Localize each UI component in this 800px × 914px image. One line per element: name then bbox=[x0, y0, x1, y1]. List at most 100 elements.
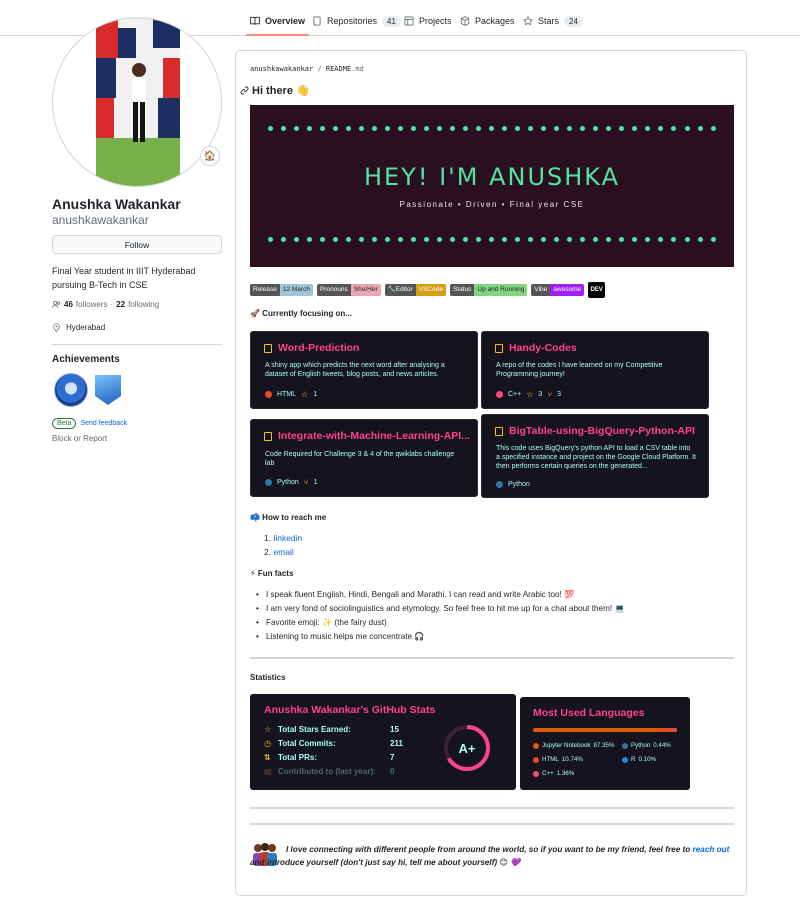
language-dot bbox=[496, 391, 503, 398]
card-description: This code uses BigQuery's python API to … bbox=[496, 445, 697, 470]
achievement-badge-arctic-code-vault[interactable] bbox=[95, 375, 121, 405]
languages-title: Most Used Languages bbox=[533, 707, 645, 719]
people-icon bbox=[52, 300, 61, 308]
repo-icon bbox=[264, 343, 272, 353]
section-divider bbox=[250, 807, 734, 809]
house-icon: 🏠 bbox=[203, 150, 217, 162]
avatar-photo bbox=[96, 18, 180, 186]
repositories-count: 41 bbox=[382, 15, 401, 27]
fun-facts-list: I speak fluent English, Hindi, Bengali a… bbox=[256, 588, 625, 644]
stat-row-commits: ◷ Total Commits: bbox=[264, 739, 336, 748]
banner-title: HEY! I'M ANUSHKA bbox=[363, 163, 621, 191]
banner-dots-bottom bbox=[268, 237, 716, 243]
readme-owner[interactable]: anushkawakankar bbox=[250, 65, 313, 73]
dev-badge[interactable]: DEV bbox=[588, 282, 606, 298]
block-or-report-link[interactable]: Block or Report bbox=[52, 434, 107, 443]
pinned-card-handy-codes[interactable]: Handy-Codes A repo of the codes I have l… bbox=[481, 331, 709, 409]
beta-label: Beta bbox=[52, 418, 77, 429]
card-footer: HTML ☆ 1 bbox=[265, 390, 317, 399]
link-icon[interactable] bbox=[240, 86, 249, 95]
facts-heading: ⚡ Fun facts bbox=[250, 569, 294, 578]
card-footer: Python bbox=[496, 481, 530, 488]
github-stats-card[interactable]: Anushka Wakankar's GitHub Stats ☆ Total S… bbox=[250, 694, 516, 790]
avatar[interactable] bbox=[52, 17, 222, 187]
language-pct: 10.74% bbox=[561, 756, 583, 763]
shield-release[interactable]: Release 12 March bbox=[250, 284, 313, 296]
stat-value-prs: 7 bbox=[390, 753, 395, 762]
stat-value-commits: 211 bbox=[390, 739, 403, 748]
tab-repositories[interactable]: Repositories 41 bbox=[312, 10, 401, 32]
repo-icon bbox=[313, 16, 321, 26]
star-icon: ☆ bbox=[264, 725, 272, 734]
language-name: HTML bbox=[542, 756, 559, 763]
language-bar-segment bbox=[533, 728, 659, 732]
card-description: Code Required for Challenge 3 & 4 of the… bbox=[265, 451, 455, 467]
card-title-text[interactable]: Integrate-with-Machine-Learning-API... bbox=[278, 430, 470, 442]
achievement-badge-pull-shark[interactable] bbox=[54, 373, 88, 407]
card-language: C++ bbox=[508, 391, 522, 398]
card-footer: C++ ☆ 3 ⑂ 3 bbox=[496, 390, 561, 399]
shield-pronouns[interactable]: Pronouns She/Her bbox=[316, 284, 381, 296]
pinned-card-word-prediction[interactable]: Word-Prediction A shiny app which predic… bbox=[250, 331, 478, 409]
tab-stars[interactable]: Stars 24 bbox=[523, 10, 583, 32]
shield-value: She/Her bbox=[350, 284, 381, 296]
card-title-text[interactable]: Word-Prediction bbox=[278, 342, 359, 354]
readme-file: README bbox=[325, 65, 352, 73]
card-title: BigTable-using-BigQuery-Python-API bbox=[495, 425, 695, 437]
stars-count: 24 bbox=[564, 15, 583, 27]
statistics-heading: Statistics bbox=[250, 673, 286, 682]
linkedin-link[interactable]: linkedin bbox=[273, 533, 302, 543]
card-footer: Python ⑂ 1 bbox=[265, 478, 318, 487]
language-pct: 1.36% bbox=[556, 770, 575, 777]
tab-projects[interactable]: Projects bbox=[404, 10, 452, 32]
stat-value-contributed: 0 bbox=[390, 767, 395, 776]
language-item: Python 0.44% bbox=[622, 742, 671, 749]
card-language: HTML bbox=[277, 391, 297, 398]
follow-button[interactable]: Follow bbox=[52, 235, 222, 254]
card-title-text[interactable]: BigTable-using-BigQuery-Python-API bbox=[509, 425, 695, 437]
follow-stats: 46 followers · 22 following bbox=[52, 300, 159, 309]
pinned-card-integrate-ml-api[interactable]: Integrate-with-Machine-Learning-API... C… bbox=[250, 419, 478, 497]
email-link[interactable]: email bbox=[273, 547, 293, 557]
tab-overview[interactable]: Overview bbox=[245, 10, 310, 36]
star-icon bbox=[523, 16, 533, 26]
following-label[interactable]: following bbox=[128, 300, 159, 309]
achievements-title: Achievements bbox=[52, 354, 120, 365]
shield-label: Vibe bbox=[531, 284, 551, 296]
fact-item: Favorite emoji: ✨ (the fairy dust) bbox=[256, 616, 625, 630]
shield-vibe[interactable]: Vibe awesome bbox=[531, 284, 585, 296]
card-title-text[interactable]: Handy-Codes bbox=[509, 342, 577, 354]
shield-editor[interactable]: 🔧Editor VSCode bbox=[384, 284, 446, 296]
language-bar-segment bbox=[659, 728, 675, 732]
repo-icon bbox=[495, 343, 503, 353]
followers-count[interactable]: 46 bbox=[64, 300, 73, 309]
language-item: Jupyter Notebook 87.35% bbox=[533, 742, 615, 749]
stat-label: Contributed to (last year): bbox=[278, 767, 376, 776]
language-item: R 0.10% bbox=[622, 756, 656, 763]
readme-path: anushkawakankar / README.md bbox=[250, 65, 364, 73]
status-emoji[interactable]: 🏠 bbox=[200, 146, 220, 166]
stat-row-stars: ☆ Total Stars Earned: bbox=[264, 725, 351, 734]
reach-out-link[interactable]: reach out bbox=[693, 845, 730, 854]
reach-item-2: 2. email bbox=[264, 547, 294, 557]
shield-status[interactable]: Status Up and Running bbox=[449, 284, 528, 296]
language-name: Python bbox=[631, 742, 651, 749]
stat-row-contributed: ▤ Contributed to (last year): bbox=[264, 767, 376, 776]
language-dot bbox=[265, 479, 272, 486]
greeting-heading: Hi there 👋 bbox=[240, 84, 310, 97]
top-languages-card[interactable]: Most Used Languages Jupyter Notebook 87.3… bbox=[520, 697, 690, 790]
followers-label[interactable]: followers bbox=[76, 300, 108, 309]
section-divider bbox=[250, 823, 734, 825]
language-name: Jupyter Notebook bbox=[542, 742, 591, 749]
tab-projects-label: Projects bbox=[419, 16, 452, 26]
send-feedback-link[interactable]: Send feedback bbox=[80, 420, 127, 427]
language-pct: 0.10% bbox=[638, 756, 657, 763]
achievements-beta-row: Beta Send feedback bbox=[52, 418, 127, 429]
profile-location: Hyderabad bbox=[52, 323, 105, 332]
fact-item: I speak fluent English, Hindi, Bengali a… bbox=[256, 588, 625, 602]
tab-packages[interactable]: Packages bbox=[460, 10, 515, 32]
location-text: Hyderabad bbox=[66, 323, 106, 332]
pinned-card-bigtable[interactable]: BigTable-using-BigQuery-Python-API This … bbox=[481, 414, 709, 498]
following-count[interactable]: 22 bbox=[116, 300, 125, 309]
table-icon bbox=[404, 16, 414, 26]
